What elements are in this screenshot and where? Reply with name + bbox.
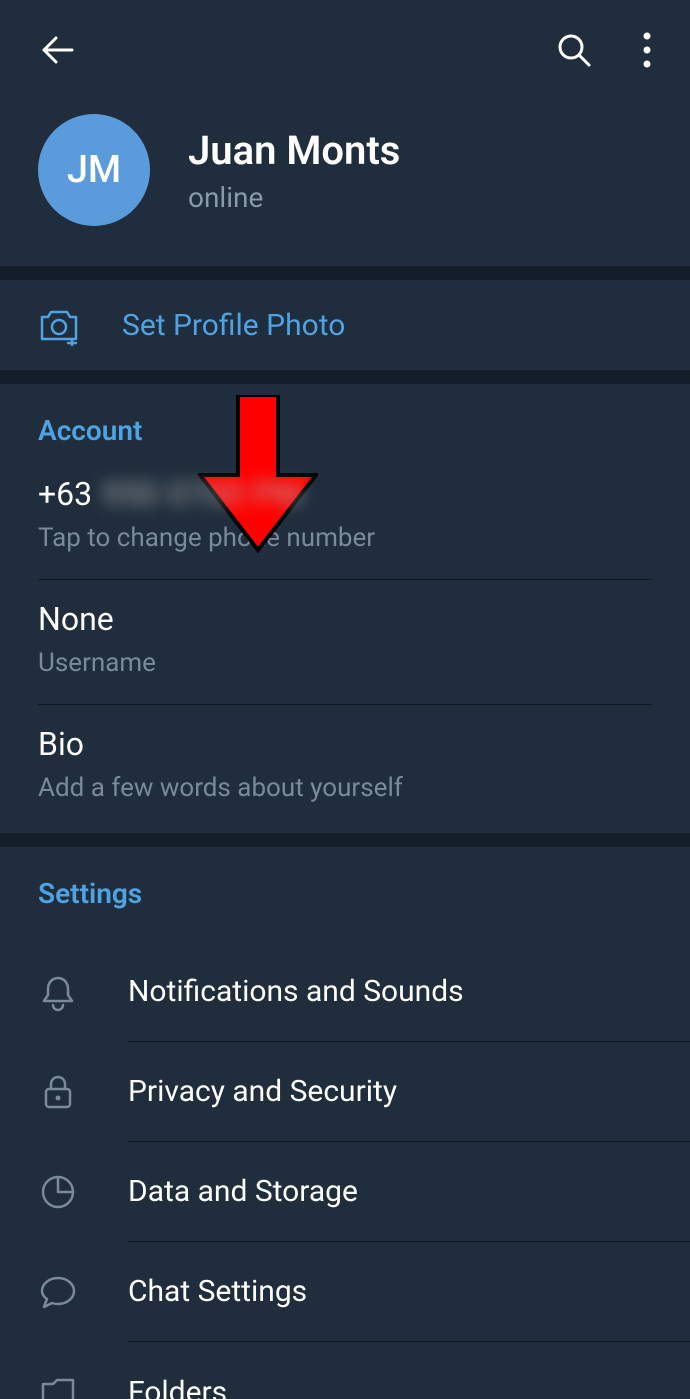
username-row[interactable]: None Username [38,600,652,705]
phone-number-value: +63 950 0700 PM [38,475,652,513]
set-profile-photo-label: Set Profile Photo [122,308,345,343]
search-icon [554,30,594,70]
account-section-title: Account [38,414,652,447]
set-profile-photo-row[interactable]: Set Profile Photo [0,280,690,370]
back-button[interactable] [38,30,78,74]
settings-item-folders[interactable]: Folders [38,1342,690,1399]
settings-section-header: Settings [0,847,690,942]
profile-header: JM Juan Monts online [0,84,690,266]
settings-item-chat[interactable]: Chat Settings [38,1242,690,1342]
app-toolbar [0,0,690,84]
lock-icon [38,1072,78,1112]
phone-prefix: +63 [38,475,92,513]
settings-list: Notifications and Sounds Privacy and Sec… [0,942,690,1399]
bio-row[interactable]: Bio Add a few words about yourself [38,725,652,833]
more-vertical-icon [642,30,652,70]
settings-label: Data and Storage [128,1142,690,1242]
settings-label: Privacy and Security [128,1042,690,1142]
search-button[interactable] [554,30,594,74]
profile-status: online [188,181,400,214]
arrow-left-icon [38,30,78,70]
settings-section-title: Settings [38,877,652,910]
settings-item-data[interactable]: Data and Storage [38,1142,690,1242]
divider [0,833,690,847]
settings-label: Notifications and Sounds [128,942,690,1042]
pie-chart-icon [38,1172,78,1212]
divider [0,370,690,384]
more-button[interactable] [642,30,652,74]
username-hint: Username [38,648,652,678]
divider [0,266,690,280]
chat-bubble-icon [38,1272,78,1312]
phone-hint: Tap to change phone number [38,523,652,553]
bell-icon [38,972,78,1012]
bio-hint: Add a few words about yourself [38,773,652,803]
username-value: None [38,600,652,638]
bio-value: Bio [38,725,652,763]
settings-label: Folders [128,1342,690,1399]
avatar[interactable]: JM [38,114,150,226]
settings-item-privacy[interactable]: Privacy and Security [38,1042,690,1142]
camera-plus-icon [38,304,80,346]
account-section: Account +63 950 0700 PM Tap to change ph… [0,384,690,833]
folder-icon [38,1372,78,1399]
phone-blurred: 950 0700 PM [102,475,303,513]
settings-label: Chat Settings [128,1242,690,1342]
profile-name: Juan Monts [188,127,400,175]
settings-item-notifications[interactable]: Notifications and Sounds [38,942,690,1042]
phone-row[interactable]: +63 950 0700 PM Tap to change phone numb… [38,475,652,580]
